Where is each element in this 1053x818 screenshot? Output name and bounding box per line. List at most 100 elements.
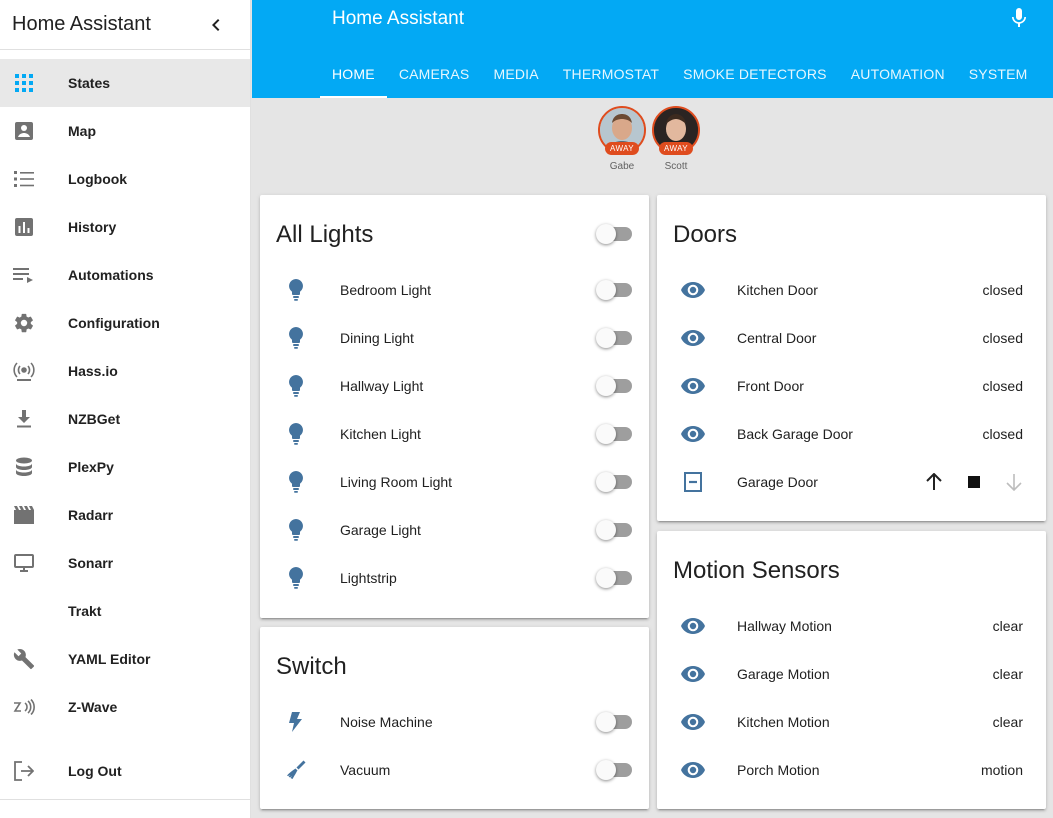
sidebar-item-label: Logbook <box>68 171 128 187</box>
lightbulb-icon <box>284 422 308 446</box>
light-toggle[interactable] <box>596 424 632 444</box>
chevron-left-icon <box>212 18 220 31</box>
tab-thermostat[interactable]: THERMOSTAT <box>551 50 671 98</box>
tab-home[interactable]: HOME <box>320 50 387 98</box>
list-item[interactable]: Lightstrip <box>260 554 649 602</box>
status-badge: AWAY <box>605 142 639 155</box>
sidebar-item-map[interactable]: Map <box>0 107 250 155</box>
logout-icon <box>12 759 36 783</box>
sidebar-item-automations[interactable]: Automations <box>0 251 250 299</box>
list-item[interactable]: Dining Light <box>260 314 649 362</box>
list-item[interactable]: Front Door closed <box>657 362 1046 410</box>
entity-state: closed <box>982 330 1023 346</box>
monitor-icon <box>12 551 36 575</box>
card-all-lights: All Lights Bedroom Light Dining Light Ha… <box>260 195 649 618</box>
light-toggle[interactable] <box>596 472 632 492</box>
wrench-icon <box>12 647 36 671</box>
light-toggle[interactable] <box>596 376 632 396</box>
sidebar-item-sonarr[interactable]: Sonarr <box>0 539 250 587</box>
sidebar-item-radarr[interactable]: Radarr <box>0 491 250 539</box>
list-item[interactable]: Central Door closed <box>657 314 1046 362</box>
list-item[interactable]: Garage Light <box>260 506 649 554</box>
tab-automation[interactable]: AUTOMATION <box>839 50 957 98</box>
lightbulb-icon <box>284 470 308 494</box>
list-item[interactable]: Kitchen Door closed <box>657 266 1046 314</box>
status-badge: AWAY <box>659 142 693 155</box>
person-badge-gabe[interactable]: AWAY Gabe <box>598 106 646 172</box>
history-icon <box>12 215 36 239</box>
stop-cover-button[interactable] <box>962 470 986 494</box>
tab-system[interactable]: SYSTEM <box>957 50 1040 98</box>
lightbulb-icon <box>284 278 308 302</box>
entity-name: Living Room Light <box>340 474 453 490</box>
sidebar-item-logbook[interactable]: Logbook <box>0 155 250 203</box>
sidebar-item-trakt[interactable]: Trakt <box>0 587 250 635</box>
light-toggle[interactable] <box>596 520 632 540</box>
switch-toggle[interactable] <box>596 760 632 780</box>
sidebar-item-nzbget[interactable]: NZBGet <box>0 395 250 443</box>
sidebar-item-zwave[interactable]: Z-Wave <box>0 683 250 731</box>
switch-toggle[interactable] <box>596 712 632 732</box>
list-item[interactable]: Garage Door <box>657 458 1046 506</box>
entity-name: Lightstrip <box>340 570 397 586</box>
app-header: Home Assistant HOME CAMERAS MEDIA THERMO… <box>252 0 1053 98</box>
entity-name: Garage Light <box>340 522 421 538</box>
list-item[interactable]: Hallway Light <box>260 362 649 410</box>
list-item[interactable]: Porch Motion motion <box>657 746 1046 794</box>
person-badges: AWAY Gabe AWAY Scott <box>598 106 700 172</box>
sidebar-item-label: Z-Wave <box>68 699 118 715</box>
sidebar-item-label: Map <box>68 123 96 139</box>
sidebar-item-states[interactable]: States <box>0 59 250 107</box>
sidebar-item-label: Automations <box>68 267 154 283</box>
entity-name: Kitchen Motion <box>737 714 830 730</box>
list-item[interactable]: Living Room Light <box>260 458 649 506</box>
card-switch: Switch Noise Machine Vacuum <box>260 627 649 809</box>
divider <box>0 799 250 800</box>
sidebar-item-plexpy[interactable]: PlexPy <box>0 443 250 491</box>
person-name: Gabe <box>609 161 635 172</box>
sidebar-item-label: Sonarr <box>68 555 114 571</box>
close-cover-button[interactable] <box>1002 470 1026 494</box>
logout-button[interactable]: Log Out <box>0 747 250 795</box>
eye-icon <box>681 326 705 350</box>
sidebar-header: Home Assistant <box>0 0 250 50</box>
card-title: Switch <box>276 653 347 680</box>
list-item[interactable]: Noise Machine <box>260 698 649 746</box>
sidebar-item-configuration[interactable]: Configuration <box>0 299 250 347</box>
all-lights-toggle[interactable] <box>596 224 632 244</box>
microphone-icon <box>1012 8 1026 27</box>
list-item[interactable]: Back Garage Door closed <box>657 410 1046 458</box>
list-item[interactable]: Kitchen Light <box>260 410 649 458</box>
sidebar-item-history[interactable]: History <box>0 203 250 251</box>
entity-name: Bedroom Light <box>340 282 432 298</box>
entity-name: Hallway Light <box>340 378 424 394</box>
entity-name: Porch Motion <box>737 762 820 778</box>
tab-smoke-detectors[interactable]: SMOKE DETECTORS <box>671 50 839 98</box>
lightbulb-icon <box>284 566 308 590</box>
gear-icon <box>12 311 36 335</box>
light-toggle[interactable] <box>596 280 632 300</box>
list-item[interactable]: Bedroom Light <box>260 266 649 314</box>
list-item[interactable]: Vacuum <box>260 746 649 794</box>
sidebar-item-hassio[interactable]: Hass.io <box>0 347 250 395</box>
card-motion-sensors: Motion Sensors Hallway Motion clear Gara… <box>657 531 1046 809</box>
tab-cameras[interactable]: CAMERAS <box>387 50 482 98</box>
grid-icon <box>12 71 36 95</box>
entity-state: clear <box>992 714 1023 730</box>
eye-icon <box>681 614 705 638</box>
voice-command-button[interactable] <box>1007 6 1031 30</box>
light-toggle[interactable] <box>596 568 632 588</box>
entity-name: Garage Door <box>737 474 818 490</box>
open-cover-button[interactable] <box>922 470 946 494</box>
list-item[interactable]: Kitchen Motion clear <box>657 698 1046 746</box>
list-item[interactable]: Hallway Motion clear <box>657 602 1046 650</box>
eye-icon <box>681 374 705 398</box>
hassio-icon <box>12 359 36 383</box>
list-item[interactable]: Garage Motion clear <box>657 650 1046 698</box>
sidebar-item-yaml-editor[interactable]: YAML Editor <box>0 635 250 683</box>
person-badge-scott[interactable]: AWAY Scott <box>652 106 700 172</box>
light-toggle[interactable] <box>596 328 632 348</box>
garage-door-icon <box>681 470 705 494</box>
tab-media[interactable]: MEDIA <box>481 50 550 98</box>
collapse-sidebar-button[interactable] <box>196 5 236 45</box>
